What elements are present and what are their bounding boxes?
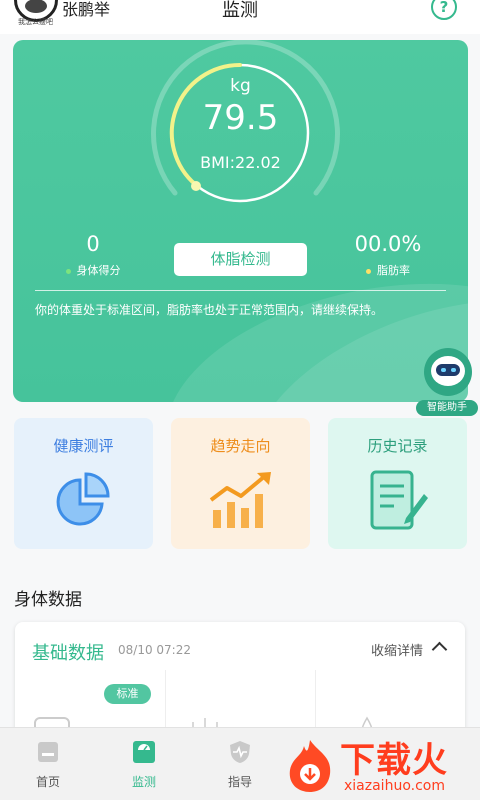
smart-assistant-button[interactable]: 智能助手 bbox=[416, 348, 478, 416]
fat-dot-icon bbox=[366, 268, 371, 274]
app-header: 我怎么瘦吧 张鹏举 监测 ? bbox=[0, 0, 480, 34]
monitor-page: 我怎么瘦吧 张鹏举 监测 ? kg 79.5 BMI:22.02 0 身体得分 … bbox=[0, 0, 480, 800]
basic-data-title: 基础数据 bbox=[32, 643, 104, 664]
measure-timestamp: 08/10 07:22 bbox=[118, 643, 191, 657]
status-badge: 标准 bbox=[104, 684, 151, 704]
health-assessment-tile[interactable]: 健康测评 bbox=[14, 418, 153, 549]
history-tile[interactable]: 历史记录 bbox=[328, 418, 467, 549]
tile-label: 历史记录 bbox=[367, 437, 428, 455]
nav-item-guide[interactable]: 指导 bbox=[205, 728, 275, 800]
tile-label: 趋势走向 bbox=[210, 437, 271, 455]
home-icon bbox=[38, 742, 58, 762]
watermark-logo: 下载火 xiazaihuo.com bbox=[284, 734, 480, 800]
chevron-up-icon[interactable] bbox=[431, 641, 448, 658]
tile-label: 健康测评 bbox=[53, 437, 114, 455]
flame-icon bbox=[289, 740, 331, 792]
nav-label: 首页 bbox=[35, 775, 60, 789]
health-advice-text: 你的体重处于标准区间，脂肪率也处于正常范围内，请继续保持。 bbox=[35, 303, 384, 317]
trend-tile[interactable]: 趋势走向 bbox=[171, 418, 310, 549]
bmi-value: BMI:22.02 bbox=[200, 153, 281, 172]
fat-rate-label: 脂肪率 bbox=[343, 262, 433, 278]
pie-chart-icon bbox=[56, 472, 110, 526]
watermark-text: 下载火 bbox=[340, 741, 449, 781]
divider bbox=[35, 290, 446, 291]
body-data-section-title: 身体数据 bbox=[14, 590, 82, 610]
history-document-icon bbox=[370, 470, 428, 530]
body-score-value: 0 bbox=[86, 232, 100, 256]
assistant-label: 智能助手 bbox=[416, 400, 478, 416]
collapse-details-button[interactable]: 收缩详情 bbox=[371, 640, 423, 659]
weight-summary-card: kg 79.5 BMI:22.02 0 身体得分 体脂检测 00.0% 脂肪率 … bbox=[13, 40, 468, 402]
trend-chart-icon bbox=[209, 472, 271, 528]
weight-unit: kg bbox=[230, 76, 251, 96]
weight-value: 79.5 bbox=[202, 98, 279, 138]
nav-label: 监测 bbox=[131, 775, 156, 789]
weight-gauge bbox=[151, 40, 340, 203]
nav-label: 指导 bbox=[227, 775, 252, 789]
watermark-url: xiazaihuo.com bbox=[344, 778, 445, 794]
shield-pulse-icon bbox=[230, 741, 250, 763]
fat-rate-value: 00.0% bbox=[354, 232, 422, 256]
page-title: 监测 bbox=[222, 0, 258, 21]
body-fat-detect-button[interactable]: 体脂检测 bbox=[174, 243, 307, 276]
scale-icon bbox=[133, 741, 155, 763]
body-score-label: 身体得分 bbox=[53, 262, 133, 278]
score-dot-icon bbox=[65, 268, 71, 274]
nav-item-home[interactable]: 首页 bbox=[13, 728, 83, 800]
nav-item-monitor[interactable]: 监测 bbox=[109, 728, 179, 800]
